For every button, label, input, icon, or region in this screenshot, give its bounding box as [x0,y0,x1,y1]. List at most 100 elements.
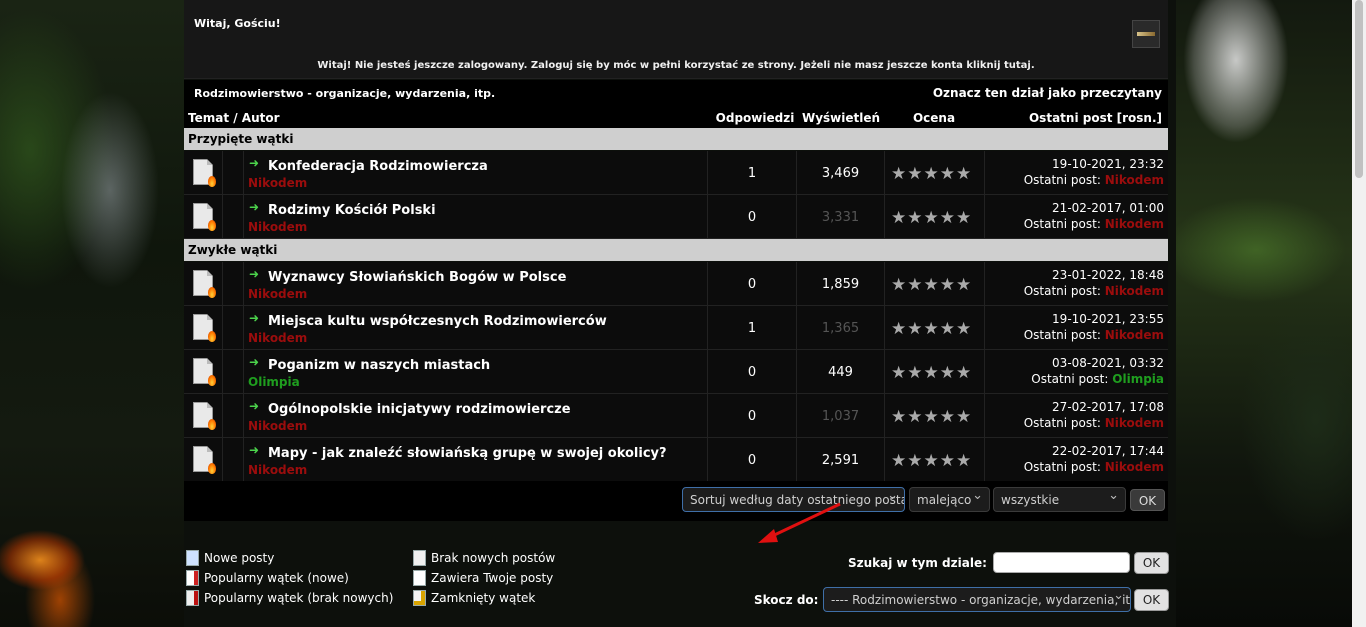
thread-author-link[interactable]: Nikodem [248,220,307,234]
forum-header: Rodzimowierstwo - organizacje, wydarzeni… [184,80,1168,106]
thread-rating-cell: ★★★★★ [885,350,985,393]
goto-new-arrow-icon[interactable]: ➜ [249,311,259,325]
last-post-prefix: Ostatni post: [1023,460,1101,474]
last-post-prefix: Ostatni post: [1023,328,1101,342]
hot-thread-icon [193,314,216,342]
search-input[interactable] [993,552,1130,573]
last-post-author-link[interactable]: Nikodem [1105,460,1164,474]
jump-ok-button[interactable]: OK [1134,589,1169,611]
col-replies[interactable]: Odpowiedzi [710,111,800,125]
thread-replies[interactable]: 1 [708,306,796,336]
search-label: Szukaj w tym dziale: [848,556,987,570]
thread-replies[interactable]: 1 [708,151,796,181]
hot-thread-new-icon [186,570,199,586]
forum-title: Rodzimowierstwo - organizacje, wydarzeni… [194,87,496,100]
thread-status-cell [184,151,223,194]
last-post-author-link[interactable]: Nikodem [1105,173,1164,187]
last-post-author-link[interactable]: Nikodem [1105,284,1164,298]
thread-replies[interactable]: 0 [708,438,796,468]
col-last-post[interactable]: Ostatni post [rosn.] [1029,111,1162,125]
thread-topic-cell: ➜ Miejsca kultu współczesnych Rodzimowier… [244,306,708,349]
thread-title-link[interactable]: Mapy - jak znaleźć słowiańską grupę w sw… [268,446,667,461]
rating-stars-icon[interactable]: ★★★★★ [891,363,972,383]
search-ok-button[interactable]: OK [1134,552,1169,574]
rating-stars-icon[interactable]: ★★★★★ [891,407,972,427]
thread-views-cell: 3,331 [797,195,885,238]
mark-read-link[interactable]: Oznacz ten dział jako przeczytany [933,86,1162,100]
thread-status-cell [184,350,223,393]
last-post-info: Ostatni post: Nikodem [1024,173,1164,187]
rating-stars-icon[interactable]: ★★★★★ [891,164,972,184]
goto-new-arrow-icon[interactable]: ➜ [249,399,259,413]
locked-thread-icon [413,590,426,606]
col-views[interactable]: Wyświetleń [798,111,884,125]
goto-new-arrow-icon[interactable]: ➜ [249,200,259,214]
thread-topic-cell: ➜ Wyznawcy Słowiańskich Bogów w Polsce Nik… [244,262,708,305]
thread-views: 3,331 [821,210,860,225]
last-post-prefix: Ostatni post: [1023,284,1101,298]
goto-new-arrow-icon[interactable]: ➜ [249,156,259,170]
thread-rating-cell: ★★★★★ [885,262,985,305]
sort-range-select[interactable]: wszystkie [993,487,1126,512]
thread-title-link[interactable]: Rodzimy Kościół Polski [268,203,436,218]
thread-icon-cell [223,262,244,305]
thread-topic-cell: ➜ Poganizm w naszych miastach Olimpia [244,350,708,393]
jump-select[interactable]: ---- Rodzimowierstwo - organizacje, wyda… [823,587,1131,612]
thread-replies[interactable]: 0 [708,262,796,292]
thread-title-link[interactable]: Wyznawcy Słowiańskich Bogów w Polsce [268,270,566,285]
legend-right: Brak nowych postów Zawiera Twoje posty Z… [413,548,613,608]
thread-title-link[interactable]: Poganizm w naszych miastach [268,358,490,373]
thread-topic-cell: ➜ Mapy - jak znaleźć słowiańską grupę w s… [244,438,708,481]
thread-title-link[interactable]: Miejsca kultu współczesnych Rodzimowierc… [268,314,607,329]
language-flag-icon[interactable] [1132,20,1160,48]
hot-thread-icon [193,402,216,430]
thread-views-cell: 1,037 [797,394,885,437]
last-post-author-link[interactable]: Nikodem [1105,328,1164,342]
thread-replies[interactable]: 0 [708,350,796,380]
rating-stars-icon[interactable]: ★★★★★ [891,319,972,339]
thread-author-link[interactable]: Nikodem [248,419,307,433]
thread-status-cell [184,394,223,437]
last-post-author-link[interactable]: Nikodem [1105,416,1164,430]
goto-new-arrow-icon[interactable]: ➜ [249,267,259,281]
thread-author-link[interactable]: Olimpia [248,375,300,389]
hot-thread-icon [193,203,216,231]
thread-icon-cell [223,195,244,238]
last-post-date: 19-10-2021, 23:55 [1052,312,1164,326]
last-post-prefix: Ostatni post: [1023,173,1101,187]
thread-replies[interactable]: 0 [708,394,796,424]
thread-replies-cell: 0 [708,394,797,437]
thread-title-link[interactable]: Konfederacja Rodzimowiercza [268,159,488,174]
last-post-info: Ostatni post: Nikodem [1024,217,1164,231]
thread-row: ➜ Wyznawcy Słowiańskich Bogów w Polsce Nik… [184,262,1168,306]
sort-ok-button[interactable]: OK [1130,489,1165,511]
no-new-posts-icon [413,550,426,566]
thread-views-cell: 3,469 [797,151,885,194]
thread-title-link[interactable]: Ogólnopolskie inicjatywy rodzimowiercze [268,402,571,417]
last-post-prefix: Ostatni post: [1023,217,1101,231]
thread-replies[interactable]: 0 [708,195,796,225]
new-posts-icon [186,550,199,566]
col-rating[interactable]: Ocena [884,111,984,125]
rating-stars-icon[interactable]: ★★★★★ [891,208,972,228]
scrollbar-thumb[interactable] [1355,0,1363,178]
page-scrollbar[interactable] [1352,0,1366,627]
last-post-date: 03-08-2021, 03:32 [1052,356,1164,370]
thread-replies-cell: 0 [708,262,797,305]
goto-new-arrow-icon[interactable]: ➜ [249,443,259,457]
thread-replies-cell: 0 [708,438,797,481]
col-topic[interactable]: Temat / Autor [188,111,280,125]
thread-author-link[interactable]: Nikodem [248,331,307,345]
last-post-author-link[interactable]: Nikodem [1105,217,1164,231]
thread-author-link[interactable]: Nikodem [248,176,307,190]
goto-new-arrow-icon[interactable]: ➜ [249,355,259,369]
last-post-author-link[interactable]: Olimpia [1112,372,1164,386]
thread-author-link[interactable]: Nikodem [248,287,307,301]
login-message[interactable]: Witaj! Nie jesteś jeszcze zalogowany. Za… [184,60,1168,71]
thread-author-link[interactable]: Nikodem [248,463,307,477]
rating-stars-icon[interactable]: ★★★★★ [891,451,972,471]
forum-container: Witaj, Gościu! Witaj! Nie jesteś jeszcze… [184,0,1169,627]
sort-order-select[interactable]: malejąco [909,487,990,512]
last-post-date: 22-02-2017, 17:44 [1052,444,1164,458]
rating-stars-icon[interactable]: ★★★★★ [891,275,972,295]
